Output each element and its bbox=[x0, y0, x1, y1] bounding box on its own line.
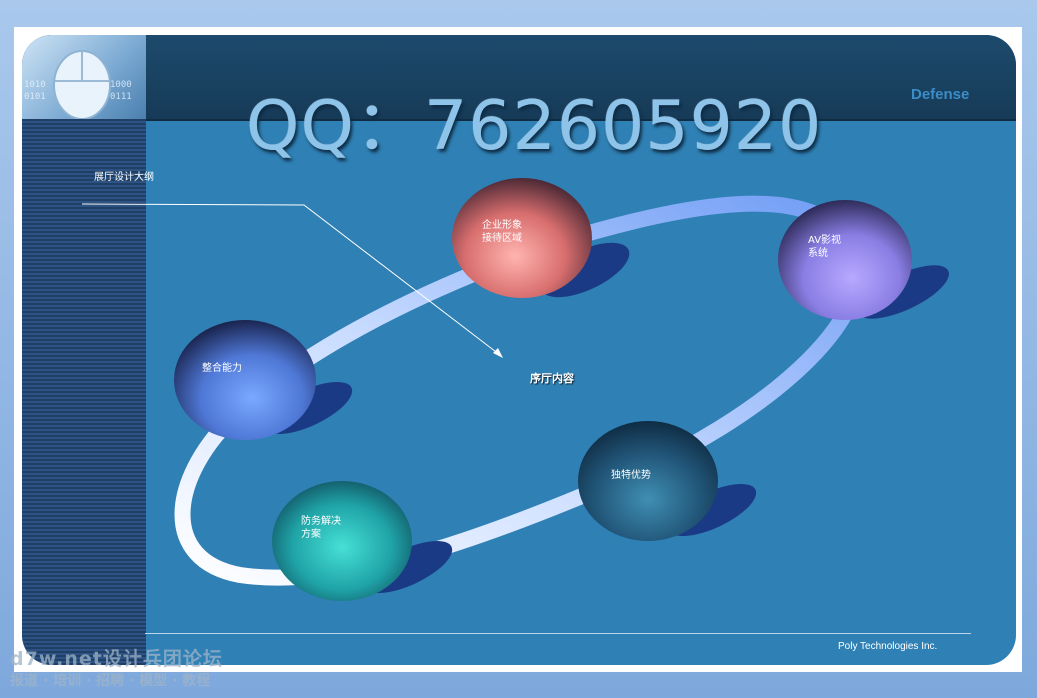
node-defense-solution bbox=[272, 481, 412, 601]
node-label-line: 方案 bbox=[301, 529, 321, 540]
node-label-line: 独特优势 bbox=[611, 470, 651, 481]
center-label: 序厅内容 bbox=[530, 372, 574, 385]
node-label-advantage: 独特优势 bbox=[611, 469, 651, 482]
node-label-line: 防务解决 bbox=[301, 516, 341, 527]
node-label-line: 接待区域 bbox=[482, 233, 522, 244]
node-av-system bbox=[778, 200, 912, 320]
footer-divider bbox=[145, 633, 971, 634]
node-label-line: 整合能力 bbox=[202, 363, 242, 374]
pointer-line bbox=[81, 203, 501, 356]
node-label-corporate-image: 企业形象 接待区域 bbox=[482, 219, 522, 245]
node-label-line: AV影视 bbox=[808, 235, 842, 246]
node-integration bbox=[174, 320, 316, 440]
node-label-defense-solution: 防务解决 方案 bbox=[301, 515, 341, 541]
outline-title: 展厅设计大纲 bbox=[94, 172, 154, 183]
node-label-integration: 整合能力 bbox=[202, 362, 242, 375]
node-label-line: 企业形象 bbox=[482, 220, 522, 231]
node-corporate-image bbox=[452, 178, 592, 298]
site-watermark-line1: d7w.net设计兵团论坛 bbox=[10, 648, 223, 670]
qq-watermark: QQ：762605920 bbox=[246, 87, 823, 166]
pointer-arrowhead bbox=[493, 348, 503, 358]
node-label-av-system: AV影视 系统 bbox=[808, 234, 841, 260]
footer-company: Poly Technologies Inc. bbox=[838, 641, 938, 652]
brand-defense: Defense bbox=[911, 86, 970, 103]
site-watermark-line2: 报道 · 培训 · 招聘 · 模型 · 教程 bbox=[10, 673, 211, 689]
node-label-line: 系统 bbox=[808, 248, 828, 259]
